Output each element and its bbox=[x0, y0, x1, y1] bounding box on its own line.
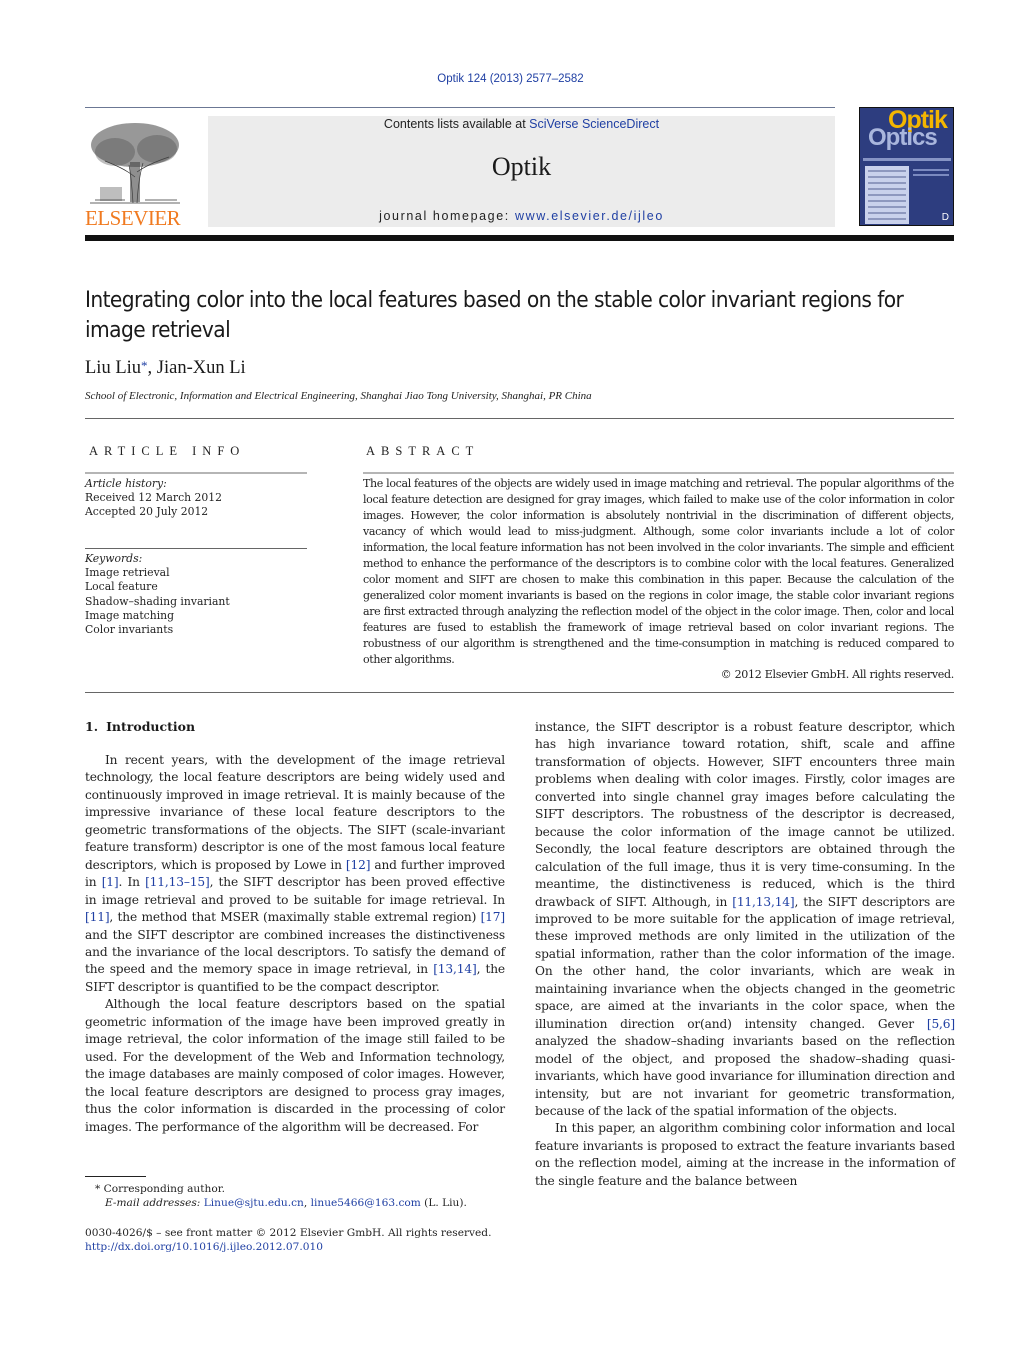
divider bbox=[85, 692, 954, 693]
section-number: 1. bbox=[85, 719, 99, 734]
article-title: Integrating color into the local feature… bbox=[85, 287, 904, 343]
journal-homepage: journal homepage: www.elsevier.de/ijleo bbox=[208, 209, 835, 223]
author-list: Liu Liu*, Jian-Xun Li bbox=[85, 358, 246, 379]
body-paragraph: instance, the SIFT descriptor is a robus… bbox=[535, 720, 955, 1118]
citation-link[interactable]: [11,13,14] bbox=[732, 895, 794, 909]
author-separator: , bbox=[147, 358, 157, 378]
author-name[interactable]: Liu Liu bbox=[85, 358, 141, 378]
citation-link[interactable]: [11] bbox=[85, 910, 110, 924]
cover-note bbox=[913, 166, 949, 176]
issn-line: 0030-4026/$ – see front matter © 2012 El… bbox=[85, 1227, 492, 1239]
article-info-heading: ARTICLE INFO bbox=[89, 444, 246, 458]
journal-citation[interactable]: Optik 124 (2013) 2577–2582 bbox=[0, 73, 1021, 85]
body-column-left: In recent years, with the development of… bbox=[85, 752, 505, 1136]
keywords: Keywords: Image retrieval Local feature … bbox=[85, 552, 307, 637]
divider bbox=[85, 548, 307, 549]
contents-prefix: Contents lists available at bbox=[383, 117, 530, 131]
footnote-text: Corresponding author. bbox=[103, 1183, 225, 1195]
footnote-marker: * bbox=[95, 1183, 101, 1195]
author-affiliation: School of Electronic, Information and El… bbox=[85, 390, 592, 402]
front-matter: 0030-4026/$ – see front matter © 2012 El… bbox=[85, 1226, 525, 1255]
homepage-link[interactable]: www.elsevier.de/ijleo bbox=[515, 209, 664, 223]
received-date: Received 12 March 2012 bbox=[85, 491, 222, 505]
history-label: Article history: bbox=[85, 477, 167, 490]
cover-contents-panel bbox=[865, 166, 909, 224]
citation-link[interactable]: [5,6] bbox=[927, 1017, 955, 1031]
body-paragraph: Although the local feature descriptors b… bbox=[85, 997, 505, 1134]
cover-mark: D bbox=[941, 212, 949, 223]
keyword: Shadow–shading invariant bbox=[85, 594, 230, 608]
section-heading: 1. Introduction bbox=[85, 719, 195, 734]
journal-name: Optik bbox=[491, 152, 552, 181]
body-paragraph: In recent years, with the development of… bbox=[85, 753, 506, 994]
email-label: E-mail addresses: bbox=[105, 1197, 201, 1210]
homepage-prefix: journal homepage: bbox=[379, 209, 515, 223]
header-rule bbox=[85, 107, 835, 108]
citation-link[interactable]: [13,14] bbox=[433, 962, 477, 976]
body-column-right: instance, the SIFT descriptor is a robus… bbox=[535, 719, 955, 1190]
citation-link[interactable]: [1] bbox=[102, 875, 119, 889]
elsevier-tree-icon bbox=[90, 123, 180, 204]
keyword: Color invariants bbox=[85, 623, 174, 637]
divider bbox=[85, 472, 307, 474]
journal-cover-image[interactable]: Optik Optics D bbox=[859, 107, 954, 226]
body-paragraph: In this paper, an algorithm combining co… bbox=[535, 1121, 955, 1188]
elsevier-logo: ELSEVIER bbox=[85, 117, 185, 229]
cover-title-optics: Optics bbox=[868, 124, 938, 151]
header-thick-rule bbox=[85, 235, 954, 241]
divider bbox=[363, 472, 954, 474]
citation-link[interactable]: [17] bbox=[481, 910, 506, 924]
elsevier-wordmark: ELSEVIER bbox=[85, 206, 181, 230]
sciencedirect-link[interactable]: SciVerse ScienceDirect bbox=[529, 117, 659, 131]
citation-link[interactable]: [11,13–15] bbox=[145, 875, 210, 889]
footnote-rule bbox=[85, 1176, 146, 1177]
footnote: * Corresponding author. E-mail addresses… bbox=[85, 1182, 505, 1211]
cover-strip bbox=[863, 158, 951, 161]
keyword: Image retrieval bbox=[85, 566, 170, 580]
keyword: Local feature bbox=[85, 580, 158, 594]
author-name[interactable]: Jian-Xun Li bbox=[157, 358, 246, 378]
accepted-date: Accepted 20 July 2012 bbox=[85, 505, 209, 519]
email-link[interactable]: Linue@sjtu.edu.cn bbox=[204, 1197, 304, 1209]
email-suffix: (L. Liu). bbox=[420, 1197, 467, 1210]
abstract-heading: ABSTRACT bbox=[366, 444, 480, 458]
divider bbox=[85, 418, 954, 419]
keywords-label: Keywords: bbox=[85, 552, 143, 565]
email-link[interactable]: linue5466@163.com bbox=[311, 1197, 421, 1209]
article-history: Article history: Received 12 March 2012 … bbox=[85, 477, 307, 520]
email-note: E-mail addresses: Linue@sjtu.edu.cn, lin… bbox=[105, 1197, 467, 1210]
abstract-text: The local features of the objects are wi… bbox=[363, 477, 954, 666]
corresponding-author-note: * Corresponding author. bbox=[85, 1182, 505, 1196]
section-title: Introduction bbox=[106, 719, 196, 734]
doi-link[interactable]: http://dx.doi.org/10.1016/j.ijleo.2012.0… bbox=[85, 1241, 323, 1253]
citation-link[interactable]: [12] bbox=[346, 858, 371, 872]
keyword: Image matching bbox=[85, 608, 175, 622]
contents-line: Contents lists available at SciVerse Sci… bbox=[208, 117, 835, 131]
abstract-copyright: © 2012 Elsevier GmbH. All rights reserve… bbox=[720, 668, 955, 681]
